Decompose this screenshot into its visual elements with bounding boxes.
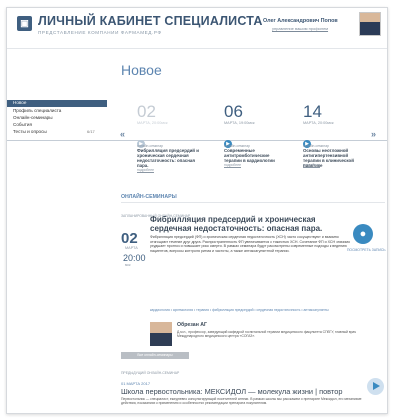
featured-time: 20:00 <box>123 253 146 263</box>
all-webinars-button[interactable]: Все онлайн-семинары <box>121 352 189 359</box>
previous-webinar-label: ПРЕДЫДУЩИЙ ОНЛАЙН-СЕМИНАР <box>121 371 180 375</box>
tests-count-badge: 6/17 <box>87 129 95 134</box>
featured-title[interactable]: Фибрилляция предсердий и хроническая сер… <box>150 215 344 233</box>
sidebar: Новое Профиль специалиста Онлайн-семинар… <box>7 48 107 413</box>
sidebar-item-tests[interactable]: Тесты и опросы <box>13 129 47 134</box>
logo-icon[interactable]: ▣ <box>17 16 32 31</box>
sidebar-item-profile[interactable]: Профиль специалиста <box>13 108 61 113</box>
featured-tags[interactable]: кардиология • аритмология • терапия • фи… <box>150 308 354 312</box>
featured-timezone: мск <box>125 263 131 267</box>
featured-description: Фибрилляция предсердий (ФП) и хроническа… <box>150 235 351 253</box>
lecturer-name[interactable]: Обрезан АГ <box>177 322 207 328</box>
lecturer-description: Д.м.н., профессор, заведующий кафедрой г… <box>177 330 357 339</box>
previous-webinar-title[interactable]: Школа первостольника: МЕКСИДОЛ — молекул… <box>121 387 342 396</box>
featured-day: 02 <box>121 230 138 247</box>
section-heading: ОНЛАЙН-СЕМИНАРЫ <box>121 194 177 200</box>
sidebar-item-webinars[interactable]: Онлайн-семинары <box>13 115 53 120</box>
section-divider <box>121 202 385 203</box>
watch-recording-link[interactable]: ПОСМОТРЕТЬ ЗАПИСЬ <box>347 248 386 252</box>
previous-webinar-date: 01 МАРТА 2017 <box>121 381 151 386</box>
play-icon[interactable] <box>367 378 384 395</box>
page: ▣ ЛИЧНЫЙ КАБИНЕТ СПЕЦИАЛИСТА ПРЕДСТАВЛЕН… <box>6 7 388 414</box>
featured-month: МАРТА <box>125 246 138 250</box>
sidebar-item-events[interactable]: События <box>13 122 32 127</box>
previous-webinar-description: Первостольник — специалист, ежедневно ко… <box>121 397 362 406</box>
sidebar-item-new[interactable]: Новое <box>7 100 107 107</box>
lecturer-photo <box>150 322 172 346</box>
record-icon[interactable]: ● <box>353 224 373 244</box>
webinars-section: ОНЛАЙН-СЕМИНАРЫ ЗАПЛАНИРОВАННЫЙ ОНЛАЙН-С… <box>113 8 387 413</box>
